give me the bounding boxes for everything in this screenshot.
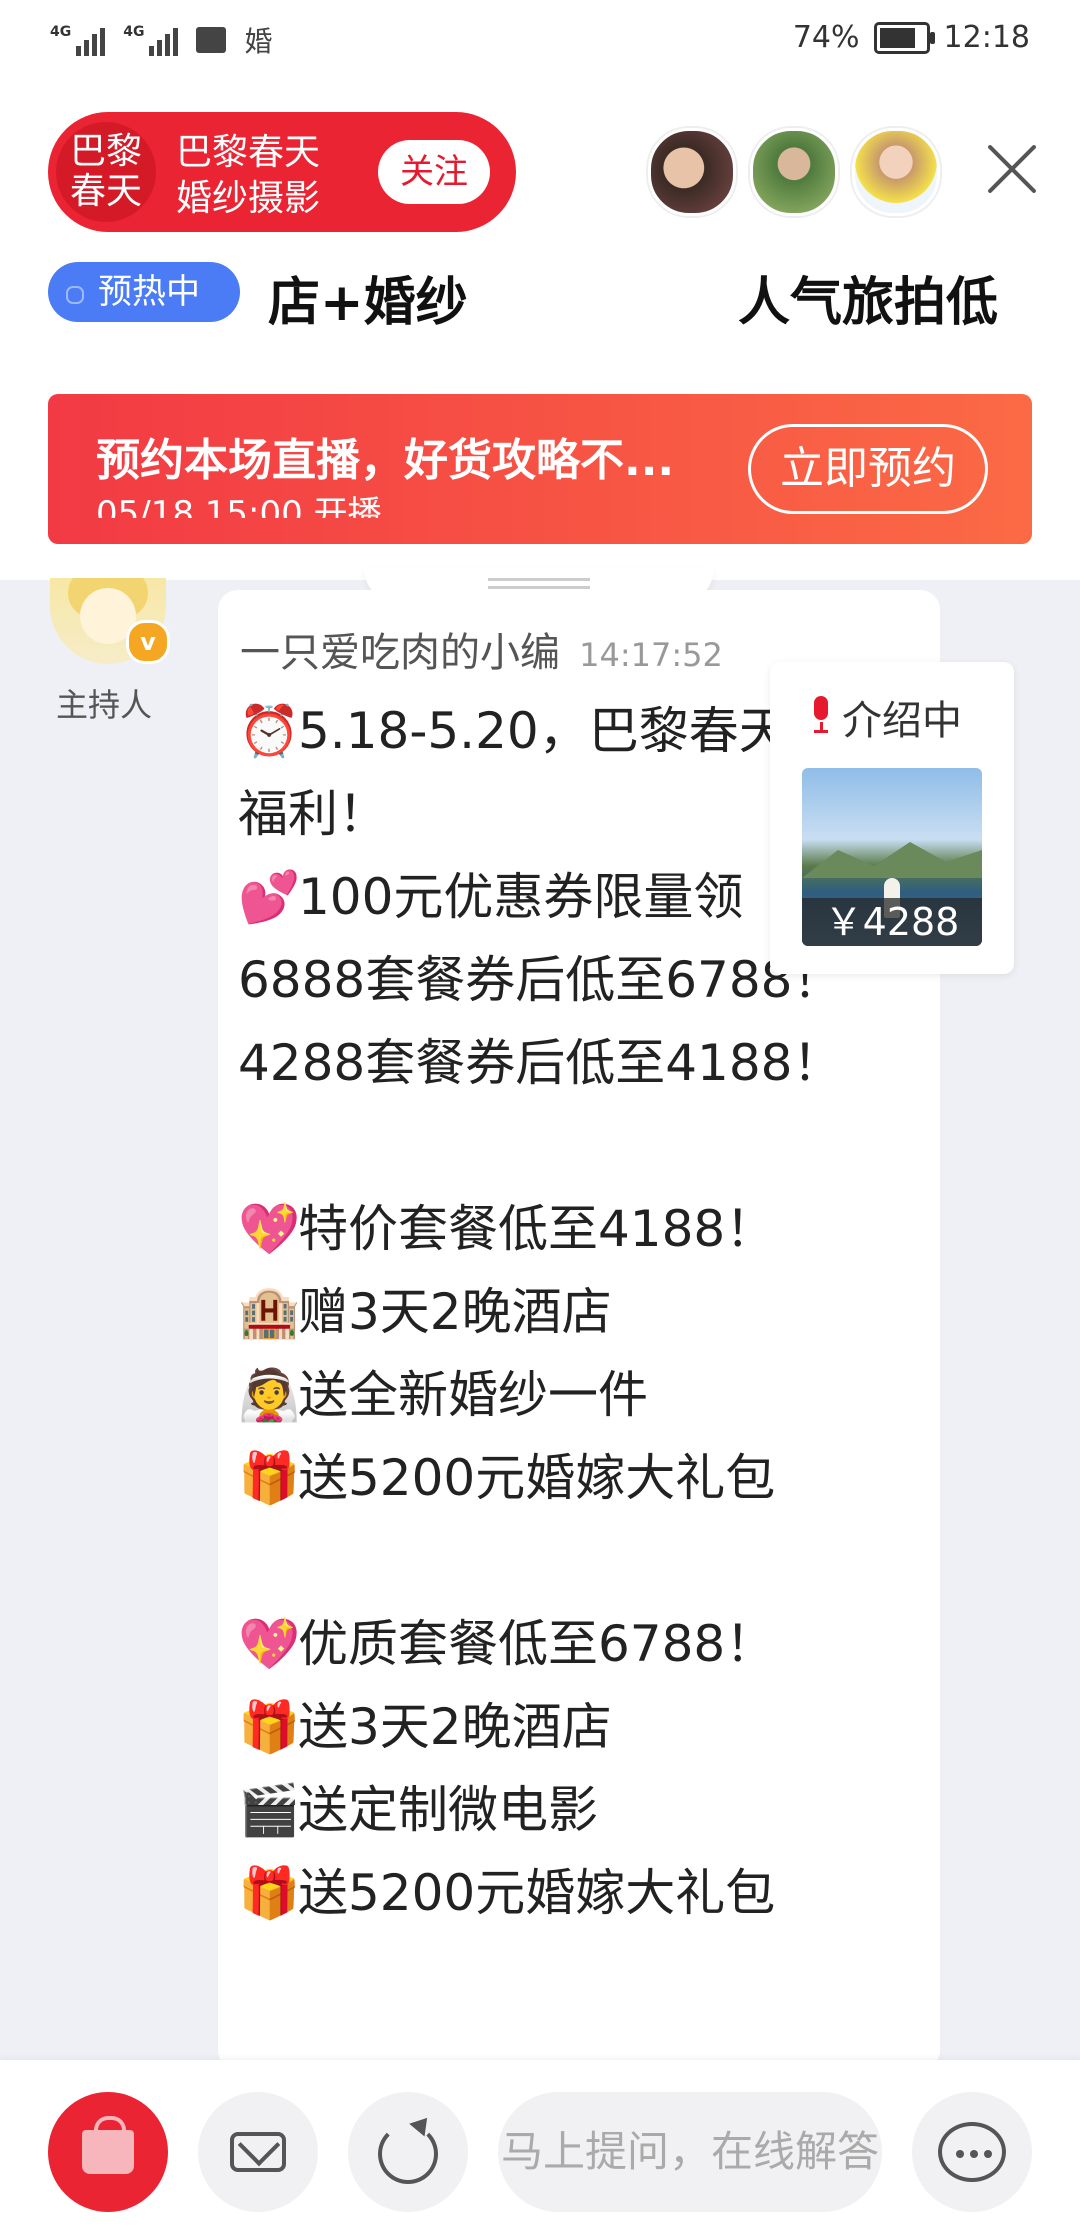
close-icon[interactable] [980, 136, 1046, 202]
message-line: 💖优质套餐低至6788！ [238, 1603, 898, 1686]
network-type: 4G [50, 24, 72, 40]
product-intro-card[interactable]: 介绍中 ￥4288 [770, 662, 1014, 974]
viewer-avatar-3[interactable] [852, 128, 940, 216]
battery-percent: 74% [792, 20, 860, 55]
share-icon [378, 2124, 438, 2184]
notification-icon: 婚 [244, 25, 273, 58]
microphone-icon [810, 696, 832, 734]
mail-icon [230, 2132, 286, 2172]
message-line-blank [238, 1105, 898, 1188]
intro-label: 介绍中 [842, 698, 962, 744]
message-line: 👰送全新婚纱一件 [238, 1354, 898, 1437]
reserve-banner[interactable]: 预约本场直播，好货攻略不... 05/18 15:00 开播 立即预约 [48, 394, 1032, 544]
viewer-avatar-2[interactable] [750, 128, 838, 216]
host-label: 主持人 [56, 686, 153, 724]
message-line: 🎁送3天2晚酒店 [238, 1686, 898, 1769]
status-right: 74% 12:18 [793, 20, 1030, 55]
gift-icon: 🎁 [238, 1864, 301, 1922]
bottom-bar: 马上提问，在线解答 [0, 2060, 1080, 2240]
follow-button[interactable]: 关注 [378, 140, 490, 204]
shop-logo[interactable]: 巴黎 春天 [56, 122, 156, 222]
signal-icon: 4G [50, 24, 106, 56]
shop-info-pill[interactable]: 巴黎 春天 巴黎春天 婚纱摄影 关注 [48, 112, 516, 232]
battery-icon [873, 21, 935, 54]
product-image[interactable]: ￥4288 [802, 768, 982, 946]
message-line-blank [238, 1520, 898, 1603]
marquee-text-right: 人气旅拍低 [738, 273, 999, 333]
clapper-icon: 🎬 [238, 1781, 301, 1839]
status-bar: 4G 4G 婚 74% 12:18 [0, 0, 1080, 80]
message-line: 4288套餐券后低至4188！ [238, 1034, 843, 1092]
message-line: 🏨赠3天2晚酒店 [238, 1271, 898, 1354]
status-left: 4G 4G 婚 [50, 20, 272, 60]
bride-icon: 👰 [238, 1366, 301, 1424]
signal-icon-2: 4G [123, 24, 179, 56]
message-line: 🎁送5200元婚嫁大礼包 [238, 1437, 898, 1520]
shop-logo-line2: 春天 [69, 171, 142, 212]
network-type-2: 4G [123, 24, 145, 40]
gift-icon: 🎁 [238, 1449, 301, 1507]
shop-name: 巴黎春天 婚纱摄影 [176, 132, 321, 219]
message-time: 14:17:52 [579, 636, 723, 674]
hotel-icon: 🏨 [238, 1283, 301, 1341]
verified-badge-icon: v [126, 620, 170, 664]
gift-icon: 🎁 [238, 1698, 301, 1756]
ask-question-input[interactable]: 马上提问，在线解答 [498, 2092, 882, 2212]
chat-button[interactable] [912, 2092, 1032, 2212]
preheat-label: 预热中 [98, 272, 200, 312]
marquee-text-left: 店+婚纱 [268, 273, 468, 333]
hearts-icon: 💕 [238, 868, 301, 926]
product-price: ￥4288 [802, 898, 982, 946]
clock: 12:18 [943, 20, 1030, 55]
sparkling-heart-icon: 💖 [238, 1200, 301, 1258]
message-button[interactable] [198, 2092, 318, 2212]
chat-icon [938, 2122, 1006, 2182]
message-line: 🎁送5200元婚嫁大礼包 [238, 1852, 898, 1935]
viewer-avatar-1[interactable] [648, 128, 736, 216]
shopping-bag-icon [82, 2116, 134, 2174]
shop-logo-line1: 巴黎 [69, 131, 142, 172]
message-line: 💖特价套餐低至4188！ [238, 1188, 898, 1271]
reserve-title: 预约本场直播，好货攻略不... [96, 435, 675, 486]
live-header: 巴黎 春天 巴黎春天 婚纱摄影 关注 预热中 店+婚纱 人气旅拍低 预约本场直播… [0, 80, 1080, 580]
message-line: 🎬送定制微电影 [238, 1769, 898, 1852]
sparkling-heart-icon: 💖 [238, 1615, 301, 1673]
message-header: 一只爱吃肉的小编 14:17:52 [240, 620, 723, 678]
alarm-clock-icon: ⏰ [238, 702, 301, 760]
status-dot-icon [66, 286, 84, 304]
activity-icon [196, 27, 227, 53]
shopping-bag-button[interactable] [48, 2092, 168, 2212]
reserve-time: 05/18 15:00 开播 [96, 494, 382, 518]
preheat-badge: 预热中 [48, 262, 240, 322]
reserve-now-button[interactable]: 立即预约 [748, 424, 988, 514]
message-author: 一只爱吃肉的小编 [240, 630, 560, 676]
share-button[interactable] [348, 2092, 468, 2212]
